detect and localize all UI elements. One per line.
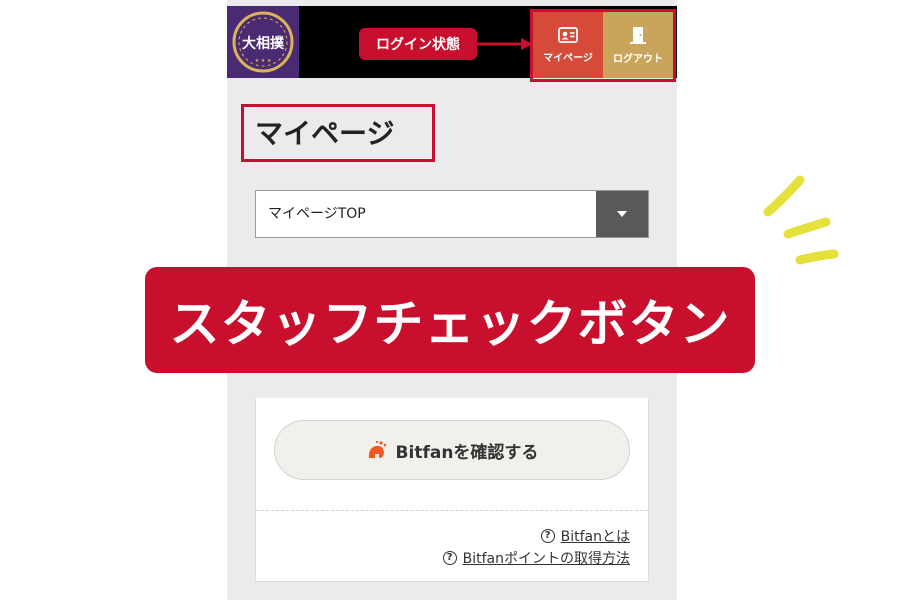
divider [256, 510, 648, 511]
question-circle-icon: ? [540, 529, 555, 543]
site-header: 大相撲 ★ ★ ★ ログイン状態 マイページ ログアウト [227, 6, 677, 82]
bitfan-check-button-label: Bitfanを確認する [395, 442, 539, 463]
page-title: マイページ [255, 117, 395, 150]
help-link-label: Bitfanポイントの取得方法 [462, 551, 630, 567]
mypage-menu-select[interactable]: マイページTOP [255, 190, 649, 238]
arrow-right-icon [477, 38, 533, 50]
login-state-label: ログイン状態 [359, 28, 477, 60]
select-value: マイページTOP [268, 206, 366, 222]
help-link-label: Bitfanとは [560, 529, 630, 545]
help-link-points[interactable]: ? Bitfanポイントの取得方法 [442, 548, 630, 568]
question-circle-icon: ? [442, 551, 457, 565]
help-link-about-bitfan[interactable]: ? Bitfanとは [540, 526, 630, 546]
sumo-logo-icon: 大相撲 ★ ★ ★ [232, 11, 294, 73]
svg-text:★ ★ ★: ★ ★ ★ [255, 58, 272, 64]
sparkle-accent-icon [763, 175, 839, 265]
nav-highlight-frame [530, 9, 676, 82]
site-logo[interactable]: 大相撲 ★ ★ ★ [227, 6, 299, 78]
select-toggle[interactable] [596, 191, 648, 237]
bitfan-check-button[interactable]: Bitfanを確認する [274, 420, 630, 480]
svg-text:大相撲: 大相撲 [242, 35, 285, 52]
bitfan-logo-icon [368, 440, 386, 458]
banner-text: スタッフチェックボタン [169, 294, 731, 353]
staff-check-banner: スタッフチェックボタン [145, 267, 755, 373]
chevron-down-icon [617, 211, 627, 217]
bitfan-card: Bitfanを確認する ? Bitfanとは ? Bitfanポイントの取得方法 [255, 398, 649, 582]
